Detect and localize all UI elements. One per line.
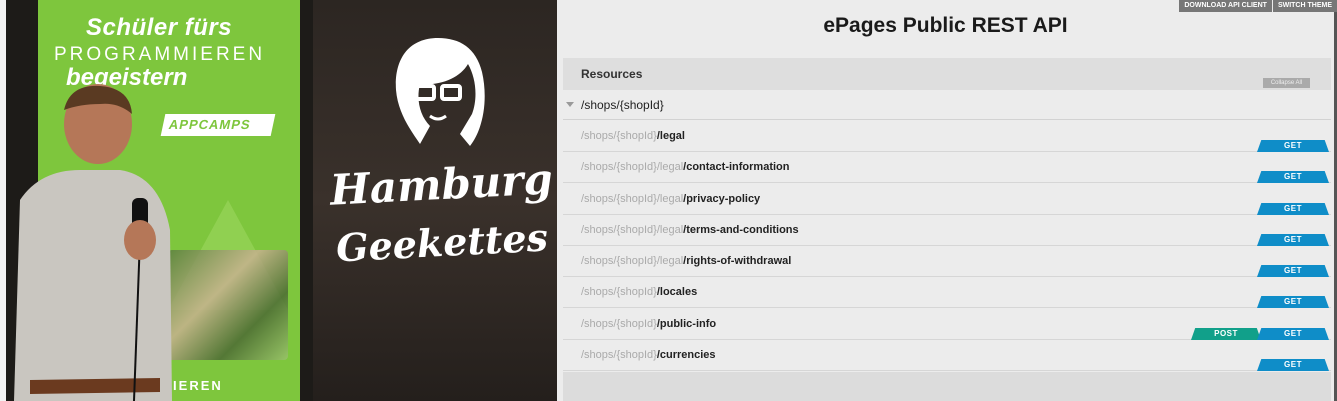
post-method-badge[interactable]: POST <box>1191 328 1261 340</box>
get-method-badge[interactable]: GET <box>1257 203 1329 215</box>
caret-down-icon[interactable] <box>566 102 574 107</box>
resources-header: Resources Collapse All <box>563 58 1331 90</box>
resources-label: Resources <box>581 67 643 81</box>
endpoint-path-prefix: /shops/{shopId}/legal <box>581 193 684 205</box>
endpoint-path-suffix: /public-info <box>656 318 717 330</box>
endpoint-path-suffix: /legal <box>656 130 685 142</box>
endpoint-path[interactable]: /shops/{shopId}/currencies <box>581 349 716 361</box>
api-docs-panel: DOWNLOAD API CLIENT SWITCH THEME ePages … <box>557 0 1337 401</box>
endpoint-path[interactable]: /shops/{shopId}/legal/rights-of-withdraw… <box>581 255 791 267</box>
collapse-all-button[interactable]: Collapse All <box>1263 78 1310 88</box>
endpoint-path-prefix: /shops/{shopId} <box>581 318 657 330</box>
endpoint-path-suffix: /privacy-policy <box>683 193 761 205</box>
endpoint-path-suffix: /terms-and-conditions <box>683 224 799 236</box>
screen: Schüler fürs PROGRAMMIEREN begeistern AP… <box>0 0 1337 401</box>
get-method-badge[interactable]: GET <box>1257 359 1329 371</box>
endpoint-row[interactable]: /shops/{shopId}/legal/contact-informatio… <box>563 152 1331 183</box>
speaker-person <box>14 84 172 401</box>
page-title: ePages Public REST API <box>823 14 1068 37</box>
endpoint-path[interactable]: /shops/{shopId}/legal <box>581 130 685 142</box>
event-photo: Schüler fürs PROGRAMMIEREN begeistern AP… <box>0 0 557 401</box>
endpoint-path-prefix: /shops/{shopId}/legal <box>581 224 684 236</box>
get-method-badge[interactable]: GET <box>1257 140 1329 152</box>
footer-bar <box>563 372 1331 401</box>
endpoint-path[interactable]: /shops/{shopId}/public-info <box>581 318 716 330</box>
top-toolbar: DOWNLOAD API CLIENT SWITCH THEME <box>1178 0 1337 12</box>
endpoint-path-prefix: /shops/{shopId} <box>581 130 657 142</box>
endpoint-path-prefix: /shops/{shopId} <box>581 349 657 361</box>
geekettes-face-logo <box>395 38 485 146</box>
endpoint-path[interactable]: /shops/{shopId}/legal/contact-informatio… <box>581 161 789 173</box>
get-method-badge[interactable]: GET <box>1257 171 1329 183</box>
endpoint-row[interactable]: /shops/{shopId}/currencies GET <box>563 340 1331 371</box>
endpoint-path-suffix: /rights-of-withdrawal <box>683 255 792 267</box>
endpoint-row[interactable]: /shops/{shopId}/locales GET <box>563 277 1331 308</box>
get-method-badge[interactable]: GET <box>1257 234 1329 246</box>
get-method-badge[interactable]: GET <box>1257 328 1329 340</box>
switch-theme-button[interactable]: SWITCH THEME <box>1272 0 1337 12</box>
resource-group[interactable]: /shops/{shopId} <box>563 90 1331 120</box>
get-method-badge[interactable]: GET <box>1257 265 1329 277</box>
endpoint-path-prefix: /shops/{shopId}/legal <box>581 255 684 267</box>
endpoint-row[interactable]: /shops/{shopId}/legal GET <box>563 121 1331 152</box>
banner-line-2: PROGRAMMIEREN <box>54 44 266 65</box>
endpoint-path-prefix: /shops/{shopId} <box>581 286 657 298</box>
endpoint-row[interactable]: /shops/{shopId}/legal/terms-and-conditio… <box>563 215 1331 246</box>
endpoint-row[interactable]: /shops/{shopId}/public-info POST GET <box>563 309 1331 340</box>
endpoint-row[interactable]: /shops/{shopId}/legal/rights-of-withdraw… <box>563 246 1331 277</box>
resource-group-path: /shops/{shopId} <box>581 98 664 112</box>
endpoint-path[interactable]: /shops/{shopId}/locales <box>581 286 697 298</box>
endpoint-row[interactable]: /shops/{shopId}/legal/privacy-policy GET <box>563 184 1331 215</box>
endpoint-path-prefix: /shops/{shopId}/legal <box>581 161 684 173</box>
get-method-badge[interactable]: GET <box>1257 296 1329 308</box>
endpoint-path[interactable]: /shops/{shopId}/legal/privacy-policy <box>581 193 760 205</box>
endpoint-path-suffix: /currencies <box>656 349 716 361</box>
banner-line-1: Schüler fürs <box>86 14 233 41</box>
endpoint-path-suffix: /locales <box>656 286 698 298</box>
endpoint-path[interactable]: /shops/{shopId}/legal/terms-and-conditio… <box>581 224 799 236</box>
endpoint-path-suffix: /contact-information <box>683 161 790 173</box>
download-api-client-button[interactable]: DOWNLOAD API CLIENT <box>1179 0 1272 12</box>
